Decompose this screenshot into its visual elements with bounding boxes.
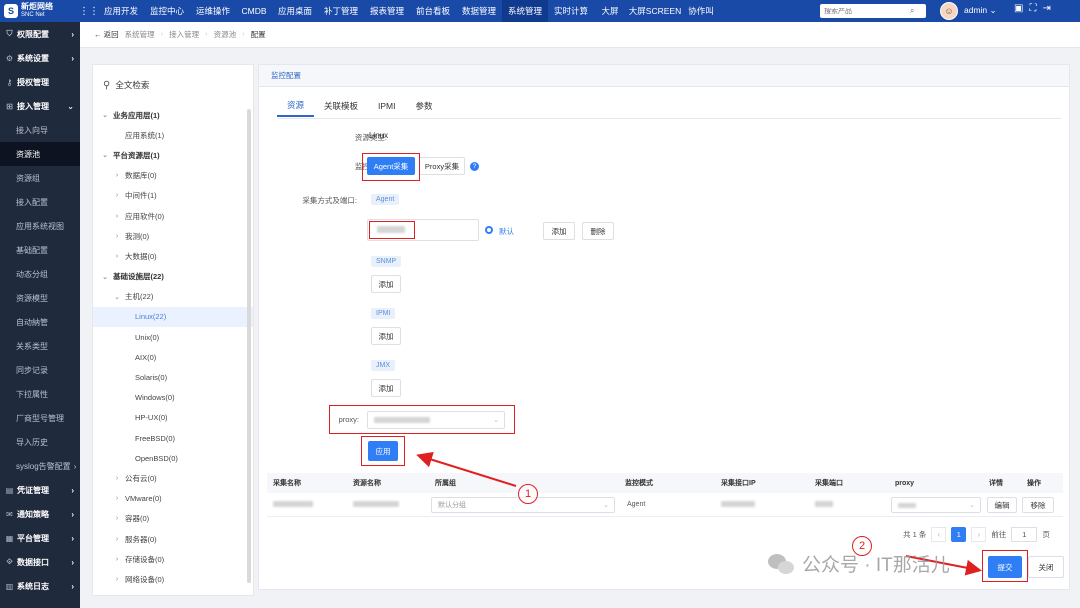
annotation-arrows (416, 451, 982, 576)
step-1-marker: 1 (518, 484, 538, 504)
wechat-icon (768, 552, 796, 576)
watermark: 公众号 · IT那活儿 (768, 550, 950, 577)
watermark-text: 公众号 · IT那活儿 (802, 555, 950, 576)
arrow-to-apply (416, 451, 517, 487)
